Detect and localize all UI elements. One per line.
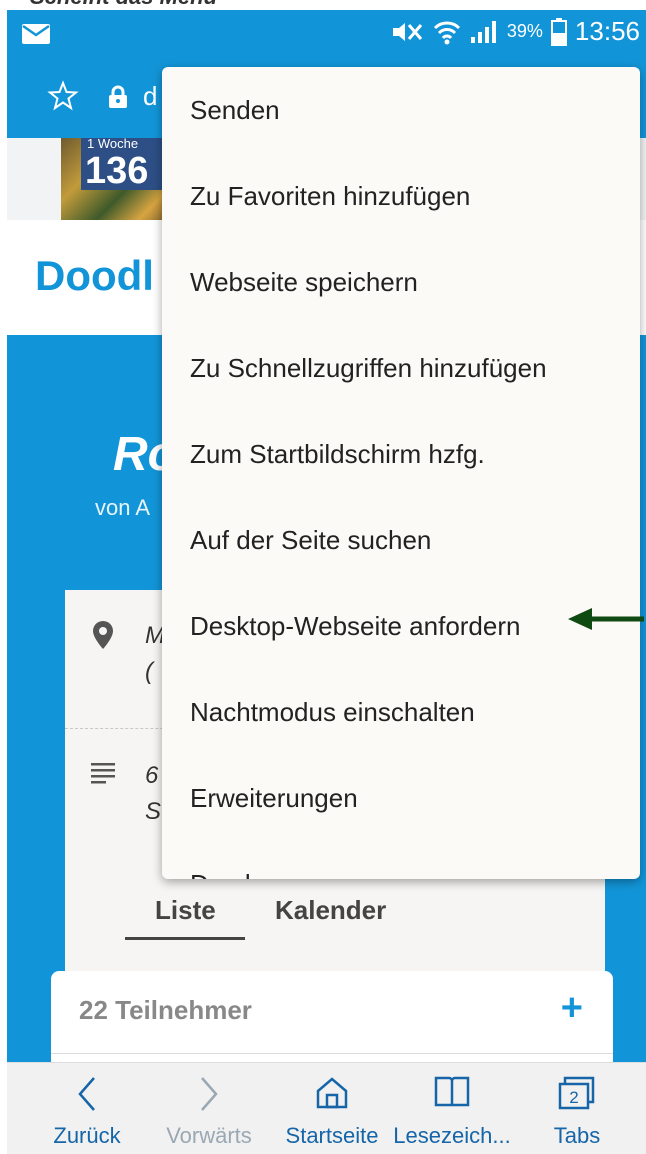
nav-home-label: Startseite (285, 1123, 379, 1148)
menu-item-add-quick-access[interactable]: Zu Schnellzugriffen hinzufügen (162, 325, 640, 411)
menu-item-senden[interactable]: Senden (162, 67, 640, 153)
star-icon[interactable] (47, 80, 79, 112)
mute-icon (392, 22, 423, 41)
forward-chevron-icon (201, 1077, 218, 1111)
nav-bookmarks-label: Lesezeich... (393, 1123, 511, 1148)
menu-item-extensions[interactable]: Erweiterungen (162, 755, 640, 841)
nav-tabs-label: Tabs (553, 1123, 601, 1148)
tab-kalender[interactable]: Kalender (275, 895, 386, 926)
nav-forward[interactable]: Vorwärts (149, 1063, 269, 1154)
nav-back-label: Zurück (53, 1123, 121, 1148)
description-text: 6 S (145, 762, 162, 825)
signal-icon (470, 20, 496, 43)
mail-icon (22, 24, 50, 44)
tab-liste[interactable]: Liste (155, 895, 216, 926)
active-tab-indicator (125, 937, 245, 940)
menu-item-find-in-page[interactable]: Auf der Seite suchen (162, 497, 640, 583)
menu-item-add-homescreen[interactable]: Zum Startbildschirm hzfg. (162, 411, 640, 497)
add-participant-button[interactable]: + (561, 987, 583, 1030)
banner-big-text: 136 (85, 150, 149, 192)
overflow-menu: Senden Zu Favoriten hinzufügen Webseite … (162, 67, 640, 879)
annotation-arrow-icon (568, 608, 644, 630)
caption-strip: Scheint das Menü (0, 0, 646, 10)
caption-text: Scheint das Menü (30, 0, 217, 8)
nav-tabs[interactable]: 2 Tabs (517, 1063, 637, 1154)
menu-item-print[interactable]: Drucken (162, 841, 640, 879)
nav-forward-label: Vorwärts (166, 1123, 252, 1148)
bookmarks-icon (434, 1076, 470, 1107)
divider (51, 1053, 613, 1054)
doodle-logo[interactable]: Doodl (35, 252, 154, 300)
nav-back[interactable]: Zurück (27, 1063, 147, 1154)
nav-home[interactable]: Startseite (272, 1063, 392, 1154)
lock-icon (109, 85, 127, 108)
bottom-navigation: Zurück Vorwärts Startseite Lesezeich... … (7, 1062, 646, 1154)
tabs-icon: 2 (558, 1076, 595, 1110)
battery-icon (550, 17, 567, 46)
clock: 13:56 (574, 16, 640, 46)
view-tabs: Liste Kalender (125, 895, 545, 955)
menu-item-add-favorite[interactable]: Zu Favoriten hinzufügen (162, 153, 640, 239)
menu-item-night-mode[interactable]: Nachtmodus einschalten (162, 669, 640, 755)
status-bar: 39% 13:56 (7, 10, 646, 58)
battery-percent: 39% (506, 21, 543, 41)
url-field[interactable]: d (143, 81, 157, 112)
home-icon (316, 1077, 348, 1109)
banner-small-text: 1 Woche (87, 136, 139, 151)
poll-author: von A (95, 495, 151, 520)
menu-item-save-page[interactable]: Webseite speichern (162, 239, 640, 325)
location-pin-icon (93, 621, 113, 649)
svg-text:2: 2 (569, 1088, 578, 1107)
participants-count: 22 Teilnehmer (79, 995, 252, 1025)
wifi-icon (433, 21, 460, 44)
nav-bookmarks[interactable]: Lesezeich... (392, 1063, 512, 1154)
back-chevron-icon (78, 1077, 95, 1111)
participants-panel: 22 Teilnehmer + (51, 971, 613, 1071)
description-icon (91, 763, 115, 784)
